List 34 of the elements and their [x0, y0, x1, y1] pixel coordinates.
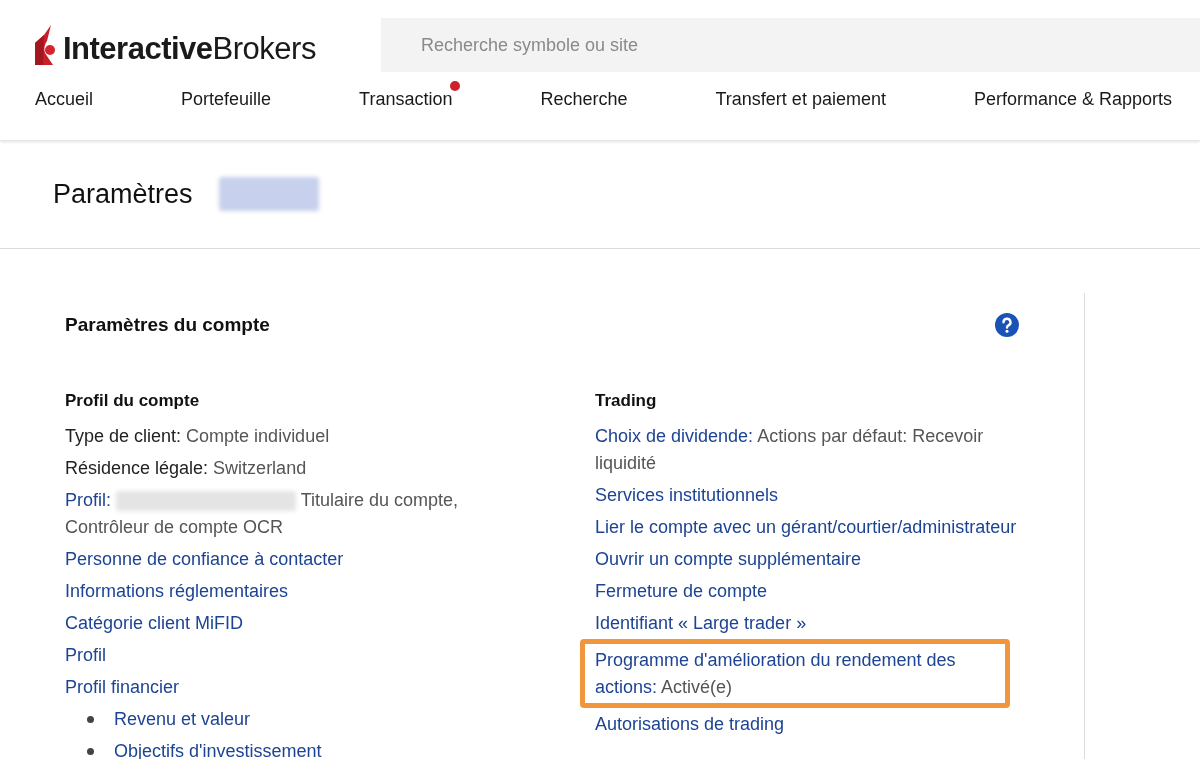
page-title: Paramètres — [53, 178, 193, 210]
setting-link[interactable]: Choix de dividende: Actions par défaut: Recevoir liquidité — [595, 420, 1035, 479]
setting-link[interactable]: Programme d'amélioration du rendement des actions: Activé(e) — [595, 644, 995, 703]
setting-text: Type de client: Compte individuel — [65, 424, 331, 448]
nav-tab[interactable]: Transaction — [359, 89, 453, 109]
nav-tab[interactable]: Portefeuille — [181, 89, 272, 109]
nav-tab[interactable]: Transfert et paiement — [715, 89, 886, 109]
setting-link[interactable]: Fermeture de compte — [595, 575, 1035, 607]
panel-title: Paramètres du compte — [65, 314, 270, 336]
setting-link[interactable]: Profil: — [65, 489, 111, 510]
section-heading: Profil du compte — [65, 390, 201, 412]
setting-link[interactable]: Ouvrir un compte supplémentaire — [595, 543, 1035, 575]
setting-link[interactable]: Revenu et valeur — [114, 705, 251, 733]
bullet-icon — [87, 747, 94, 755]
setting-link[interactable]: Informations réglementaires — [65, 575, 495, 607]
setting-link[interactable]: Profil financier — [65, 671, 495, 703]
nav-tab[interactable]: Performance & Rapports — [973, 89, 1173, 109]
logo-text: InteractiveBrokers — [63, 33, 316, 65]
setting-text: Résidence légale: Switzerland — [65, 456, 308, 480]
help-icon[interactable] — [995, 313, 1019, 337]
section-heading: Trading — [595, 390, 658, 412]
setting-text: Profil: Titulaire du compte, Contrôleur de compte OCR — [65, 488, 460, 539]
setting-link[interactable]: Autorisations de trading — [595, 708, 1035, 740]
logo-icon — [35, 25, 57, 65]
setting-link[interactable]: Lier le compte avec un gérant/courtier/administrateur — [595, 511, 1035, 543]
nav-tab[interactable]: Accueil — [35, 89, 94, 109]
setting-link[interactable]: Identifiant « Large trader » — [595, 607, 1035, 639]
setting-link[interactable]: Catégorie client MiFID — [65, 607, 495, 639]
setting-link[interactable]: Personne de confiance à contacter — [65, 543, 495, 575]
bullet-icon — [87, 715, 94, 723]
search-field[interactable]: Recherche symbole ou site — [381, 18, 1200, 72]
setting-link[interactable]: Services institutionnels — [595, 479, 1035, 511]
setting-link[interactable]: Profil — [65, 639, 495, 671]
nav-tab[interactable]: Recherche — [540, 89, 628, 109]
